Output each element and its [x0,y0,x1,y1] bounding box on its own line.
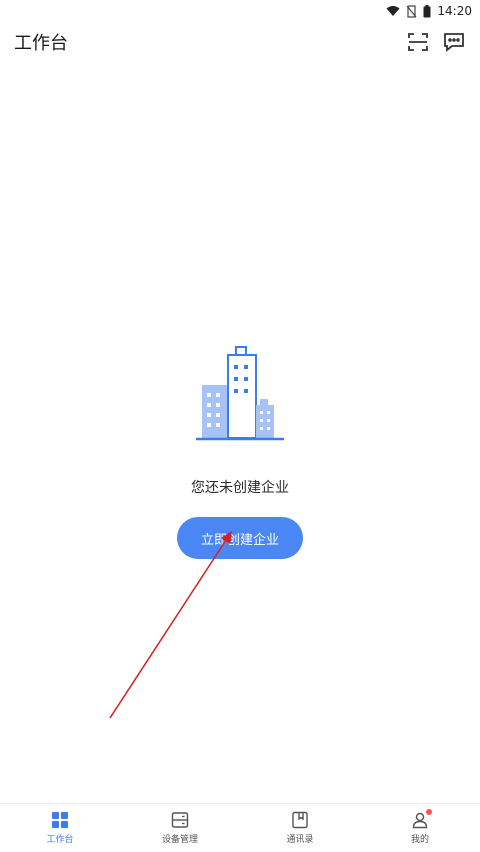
create-enterprise-button[interactable]: 立即创建企业 [177,517,303,559]
empty-state: 您还未创建企业 立即创建企业 [0,345,480,559]
device-icon [171,811,189,832]
tab-label: 工作台 [46,835,74,845]
tab-device-management[interactable]: 设备管理 [120,804,240,852]
empty-message: 您还未创建企业 [191,480,289,496]
status-bar: 14:20 [0,0,480,22]
bottom-tab-bar: 工作台 设备管理 通讯录 我的 [0,803,480,852]
tab-mine[interactable]: 我的 [360,804,480,852]
grid-icon [51,811,69,832]
status-time: 14:20 [437,4,472,18]
tab-label: 我的 [410,835,429,845]
header-actions [406,30,466,54]
tab-workbench[interactable]: 工作台 [0,804,120,852]
battery-icon [423,4,431,18]
message-icon[interactable] [442,30,466,54]
notification-badge [426,809,432,815]
no-sim-icon [406,4,417,18]
header: 工作台 [0,22,480,62]
tab-contacts[interactable]: 通讯录 [240,804,360,852]
page-title: 工作台 [14,33,68,54]
tab-label: 设备管理 [161,835,198,845]
building-icon [192,345,288,445]
scan-icon[interactable] [406,30,430,54]
wifi-icon [386,5,400,17]
tab-label: 通讯录 [286,835,314,845]
contacts-icon [291,811,309,832]
